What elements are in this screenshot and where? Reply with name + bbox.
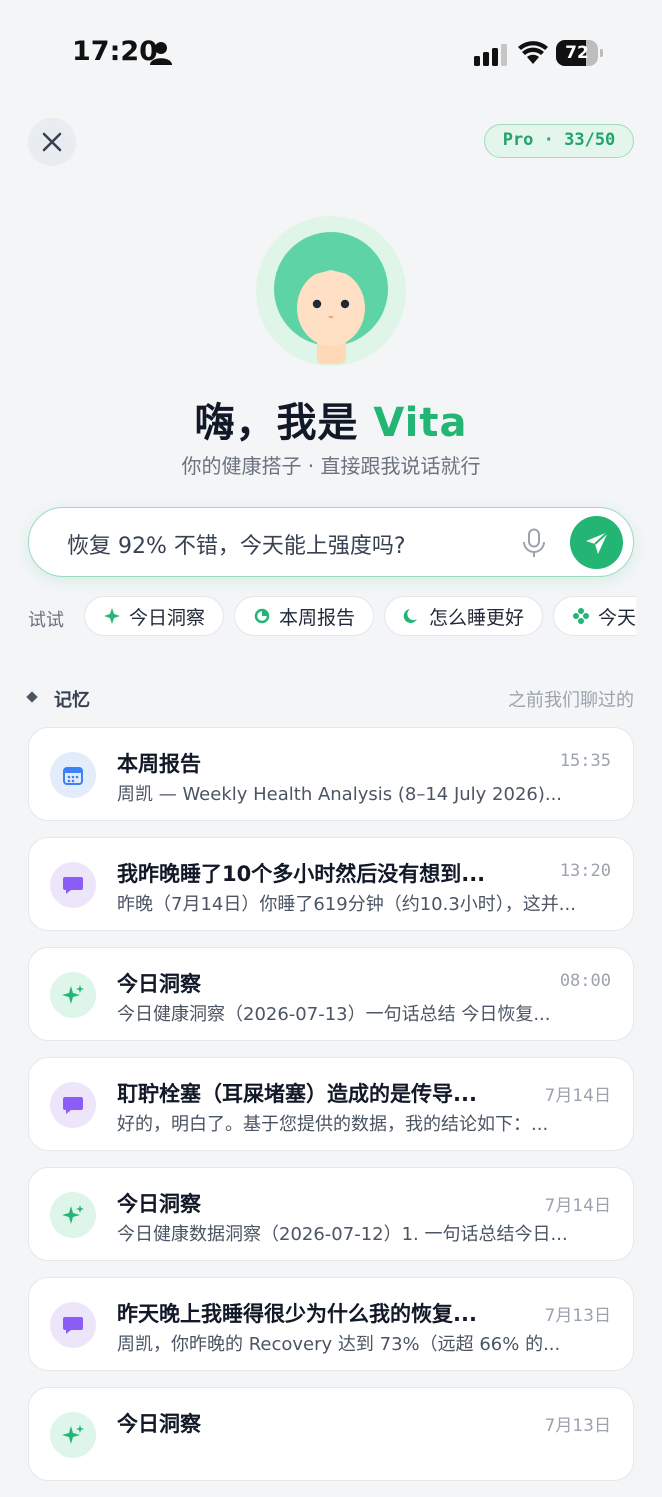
chat-bubble-icon xyxy=(50,1302,96,1348)
memory-item[interactable]: 本周报告 15:35 周凯 — Weekly Health Analysis (… xyxy=(28,727,634,821)
chip-label: 今日洞察 xyxy=(129,606,206,629)
wifi-icon xyxy=(518,41,548,64)
suggestions-label: 试试 xyxy=(28,610,64,631)
cellular-signal-icon xyxy=(474,44,507,66)
memory-section-header: 记忆 之前我们聊过的 xyxy=(26,686,634,711)
sparkle-icon xyxy=(50,1192,96,1238)
suggestion-chip-sleep[interactable]: 怎么睡更好 xyxy=(384,596,544,636)
memory-item-time: 08:00 xyxy=(559,971,611,991)
greeting-subtitle: 你的健康搭子 · 直接跟我说话就行 xyxy=(181,454,481,478)
memory-item-time: 7月13日 xyxy=(544,1306,611,1326)
chip-label: 怎么睡更好 xyxy=(429,606,525,629)
memory-item-title: 今日洞察 xyxy=(117,972,201,996)
suggestion-chip-weekly-report[interactable]: 本周报告 xyxy=(234,596,375,636)
memory-item-preview: 好的，明白了。基于您提供的数据，我的结论如下：... xyxy=(117,1114,549,1135)
memory-item-title: 今日洞察 xyxy=(117,1192,201,1216)
sparkle-icon xyxy=(104,608,120,624)
battery-level: 72 xyxy=(565,43,589,63)
status-time: 17:20 xyxy=(72,36,158,67)
send-button[interactable] xyxy=(570,516,623,569)
memory-item-time: 15:35 xyxy=(559,751,611,771)
chat-input-text[interactable]: 恢复 92% 不错，今天能上强度吗? xyxy=(67,528,406,560)
greeting-prefix: 嗨，我是 xyxy=(194,400,374,446)
memory-item-preview: 周凯，你昨晚的 Recovery 达到 73%（远超 66% 的... xyxy=(117,1334,561,1355)
memory-item-preview: 昨晚（7月14日）你睡了619分钟（约10.3小时），这并... xyxy=(117,894,576,915)
mic-icon[interactable] xyxy=(521,528,547,558)
memory-item[interactable]: 我昨晚睡了10个多小时然后没有想到... 13:20 昨晚（7月14日）你睡了6… xyxy=(28,837,634,931)
memory-subtitle: 之前我们聊过的 xyxy=(508,690,634,711)
memory-item-preview: 周凯 — Weekly Health Analysis (8–14 July 2… xyxy=(117,784,563,805)
pro-usage-badge[interactable]: Pro · 33/50 xyxy=(484,124,634,158)
close-button[interactable] xyxy=(28,118,76,166)
memory-item[interactable]: 昨天晚上我睡得很少为什么我的恢复... 7月13日 周凯，你昨晚的 Recove… xyxy=(28,1277,634,1371)
vita-avatar xyxy=(256,216,406,366)
memory-item-time: 7月14日 xyxy=(544,1086,611,1106)
chat-bubble-icon xyxy=(50,862,96,908)
memory-item-time: 7月13日 xyxy=(544,1416,611,1436)
memory-list: 本周报告 15:35 周凯 — Weekly Health Analysis (… xyxy=(28,727,634,1497)
memory-title: 记忆 xyxy=(54,690,90,711)
memory-item[interactable]: 今日洞察 7月14日 今日健康数据洞察（2026-07-12）1. 一句话总结今… xyxy=(28,1167,634,1261)
pie-icon xyxy=(254,608,270,624)
send-icon xyxy=(585,530,609,554)
suggestion-chip-insight[interactable]: 今日洞察 xyxy=(84,596,225,636)
close-icon xyxy=(42,132,62,152)
memory-item-time: 13:20 xyxy=(559,861,611,881)
memory-item-title: 昨天晚上我睡得很少为什么我的恢复... xyxy=(117,1302,477,1326)
battery-indicator: 72 xyxy=(556,40,604,68)
chip-label: 本周报告 xyxy=(279,606,356,629)
memory-item-time: 7月14日 xyxy=(544,1196,611,1216)
sparkle-icon xyxy=(50,1412,96,1458)
diamond-icon xyxy=(26,691,38,703)
status-bar: 17:20 72 xyxy=(0,0,662,100)
memory-item-title: 今日洞察 xyxy=(117,1412,201,1436)
memory-item-preview: 今日健康数据洞察（2026-07-12）1. 一句话总结今日... xyxy=(117,1224,568,1245)
memory-item[interactable]: 今日洞察 08:00 今日健康洞察（2026-07-13）一句话总结 今日恢复.… xyxy=(28,947,634,1041)
suggestion-chip-today[interactable]: 今天 xyxy=(553,596,636,636)
chat-bubble-icon xyxy=(50,1082,96,1128)
assistant-name: Vita xyxy=(373,400,468,446)
memory-item[interactable]: 今日洞察 7月13日 xyxy=(28,1387,634,1481)
memory-item-preview: 今日健康洞察（2026-07-13）一句话总结 今日恢复... xyxy=(117,1004,551,1025)
memory-item-title: 耵聍栓塞（耳屎堵塞）造成的是传导... xyxy=(117,1082,477,1106)
flower-icon xyxy=(573,608,590,624)
calendar-icon xyxy=(50,752,96,798)
sparkle-icon xyxy=(50,972,96,1018)
memory-item-title: 本周报告 xyxy=(117,752,201,776)
chat-input-box[interactable]: 恢复 92% 不错，今天能上强度吗? xyxy=(28,507,634,577)
moon-icon xyxy=(403,609,418,623)
greeting-heading: 嗨，我是 Vita xyxy=(0,390,662,448)
suggestion-chips-scroller[interactable]: 今日洞察 本周报告 怎么睡更好 今天 xyxy=(84,596,636,638)
person-icon xyxy=(150,42,172,65)
chip-label: 今天 xyxy=(598,606,636,629)
memory-item-title: 我昨晚睡了10个多小时然后没有想到... xyxy=(117,862,486,886)
memory-item[interactable]: 耵聍栓塞（耳屎堵塞）造成的是传导... 7月14日 好的，明白了。基于您提供的数… xyxy=(28,1057,634,1151)
